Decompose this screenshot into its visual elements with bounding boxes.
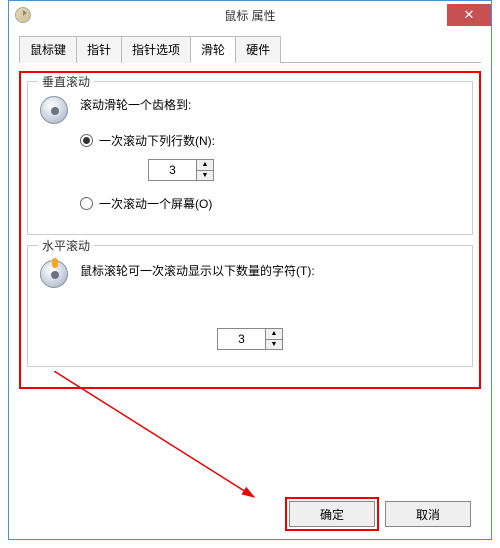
window-title: 鼠标 属性	[224, 7, 275, 24]
dialog-button-row: 确定 取消	[289, 501, 471, 527]
vertical-scroll-group: 垂直滚动 滚动滑轮一个齿格到: 一次滚动下列行数(N): 3 ▲ ▼	[27, 81, 473, 235]
lines-spinner-down[interactable]: ▼	[197, 171, 213, 181]
radio-screen-label: 一次滚动一个屏幕(O)	[99, 195, 212, 212]
titlebar: 鼠标 属性 ✕	[9, 1, 491, 29]
close-button[interactable]: ✕	[447, 4, 491, 26]
vertical-heading: 滚动滑轮一个齿格到:	[80, 96, 191, 113]
lines-spinner-up[interactable]: ▲	[197, 160, 213, 171]
chars-spinner: 3 ▲ ▼	[217, 328, 283, 350]
radio-lines[interactable]	[80, 134, 93, 147]
radio-screen[interactable]	[80, 197, 93, 210]
horizontal-group-title: 水平滚动	[38, 237, 94, 254]
dialog-content: 鼠标键 指针 指针选项 滑轮 硬件 垂直滚动 滚动滑轮一个齿格到: 一次滚动下列…	[9, 29, 491, 399]
horizontal-scroll-group: 水平滚动 鼠标滚轮可一次滚动显示以下数量的字符(T): 3 ▲ ▼	[27, 245, 473, 367]
mouse-properties-dialog: 鼠标 属性 ✕ 鼠标键 指针 指针选项 滑轮 硬件 垂直滚动 滚动滑轮一个齿格到…	[8, 0, 492, 540]
tab-pointers[interactable]: 指针	[76, 36, 122, 63]
chars-spinner-down[interactable]: ▼	[266, 340, 282, 350]
vertical-group-title: 垂直滚动	[38, 73, 94, 90]
wheel-icon	[40, 96, 68, 124]
tab-pointer-options[interactable]: 指针选项	[121, 36, 191, 63]
annotation-highlight-body: 垂直滚动 滚动滑轮一个齿格到: 一次滚动下列行数(N): 3 ▲ ▼	[19, 71, 481, 389]
chars-spinner-value[interactable]: 3	[218, 329, 266, 349]
horizontal-heading: 鼠标滚轮可一次滚动显示以下数量的字符(T):	[80, 262, 315, 279]
lines-spinner-value[interactable]: 3	[149, 160, 197, 180]
mouse-icon	[15, 7, 31, 23]
close-icon: ✕	[464, 7, 475, 23]
tab-wheel[interactable]: 滑轮	[190, 36, 236, 63]
tab-hardware[interactable]: 硬件	[235, 36, 281, 63]
chars-spinner-up[interactable]: ▲	[266, 329, 282, 340]
tab-buttons[interactable]: 鼠标键	[19, 36, 77, 63]
tab-strip: 鼠标键 指针 指针选项 滑轮 硬件	[19, 35, 481, 63]
radio-lines-label: 一次滚动下列行数(N):	[99, 132, 215, 149]
wheel-tilt-icon	[40, 260, 68, 288]
lines-spinner: 3 ▲ ▼	[148, 159, 214, 181]
ok-button[interactable]: 确定	[289, 501, 375, 527]
cancel-button[interactable]: 取消	[385, 501, 471, 527]
